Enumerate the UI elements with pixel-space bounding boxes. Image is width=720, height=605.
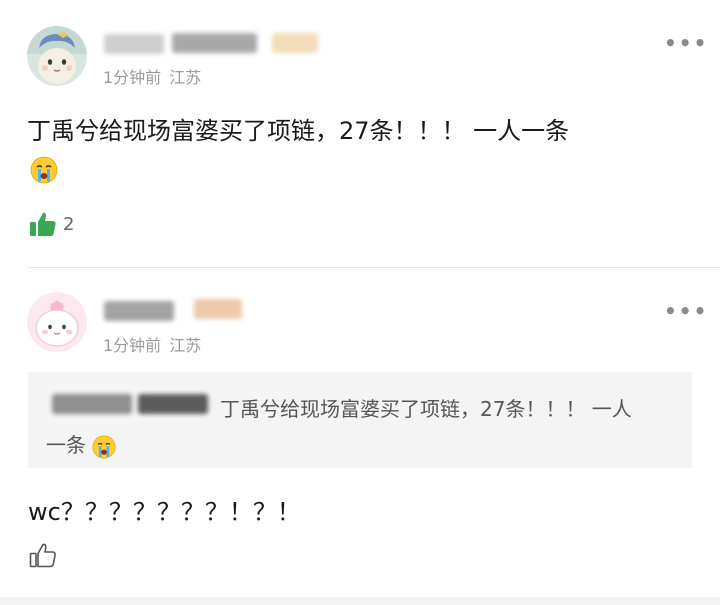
like-count: 2 bbox=[63, 213, 75, 235]
thumbs-up-icon bbox=[30, 212, 56, 236]
crying-face-icon bbox=[30, 156, 58, 184]
timestamp: 1分钟前 bbox=[103, 336, 162, 355]
quoted-text-line2: 一条 bbox=[46, 429, 116, 459]
location: 江苏 bbox=[169, 336, 202, 355]
comment-text: 丁禹兮给现场富婆买了项链，27条！！！ 一人一条 bbox=[27, 117, 570, 145]
like-button[interactable] bbox=[29, 542, 57, 568]
location: 江苏 bbox=[169, 68, 202, 87]
quoted-text-line2-label: 一条 bbox=[46, 433, 86, 457]
comment-meta: 1分钟前 江苏 bbox=[103, 64, 201, 88]
crying-face-icon bbox=[92, 433, 116, 458]
comment-meta: 1分钟前 江苏 bbox=[103, 332, 201, 356]
avatar[interactable] bbox=[27, 292, 87, 352]
like-button[interactable]: 2 bbox=[29, 211, 74, 237]
avatar-image bbox=[27, 292, 87, 352]
quoted-comment[interactable]: 丁禹兮给现场富婆买了项链，27条！！！ 一人 一条 bbox=[28, 372, 692, 468]
thumbs-up-outline-icon bbox=[29, 543, 56, 568]
more-options-icon[interactable]: ••• bbox=[664, 33, 708, 53]
more-options-icon[interactable]: ••• bbox=[664, 301, 708, 321]
quoted-text-line1: 丁禹兮给现场富婆买了项链，27条！！！ 一人 bbox=[220, 397, 632, 421]
bottom-edge bbox=[0, 597, 720, 605]
avatar[interactable] bbox=[27, 26, 87, 86]
comment-1: 1分钟前 江苏 ••• 丁禹兮给现场富婆买了项链，27条！！！ 一人一条 2 bbox=[0, 0, 720, 267]
comment-text: wc？？？？？？？！？！ bbox=[28, 498, 301, 526]
avatar-image bbox=[27, 26, 87, 86]
timestamp: 1分钟前 bbox=[103, 68, 162, 87]
